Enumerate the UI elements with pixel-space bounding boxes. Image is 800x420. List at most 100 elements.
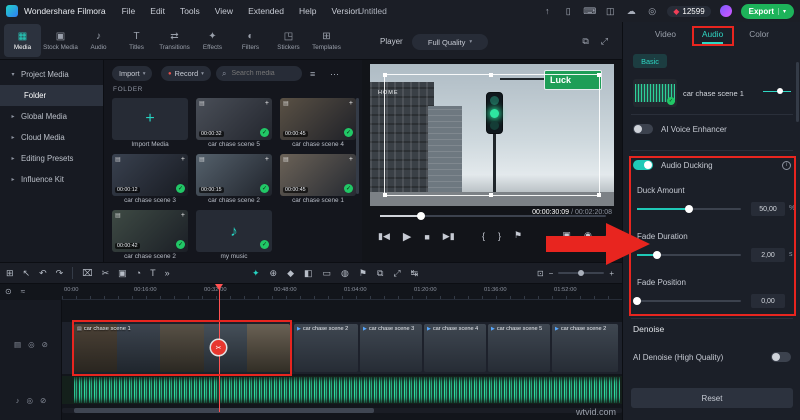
add-marker-button[interactable]: ⚑ [514, 230, 522, 241]
duck-amount-slider-handle[interactable] [685, 205, 693, 213]
keyboard-shortcuts-icon[interactable]: ⌨ [583, 6, 595, 17]
timeline-clip[interactable]: ▶car chase scene 3 [360, 324, 422, 372]
mobile-icon[interactable]: ▯ [562, 6, 574, 17]
search-input[interactable] [229, 69, 296, 78]
timeline-ruler[interactable]: 00:00 00:16:00 00:32:00 00:48:00 01:04:0… [62, 284, 622, 300]
crop-icon[interactable]: ▣ [118, 268, 127, 279]
timeline-clip[interactable]: ▶car chase scene 4 [424, 324, 486, 372]
fade-duration-slider-handle[interactable] [653, 251, 661, 259]
detach-player-icon[interactable]: ⤢ [601, 36, 608, 47]
menu-view[interactable]: View [215, 6, 233, 16]
timeline-scrollbar[interactable] [62, 408, 622, 413]
tab-stickers[interactable]: ◳Stickers [270, 24, 307, 57]
basic-subtab[interactable]: Basic [633, 54, 667, 68]
media-scrollbar[interactable] [356, 98, 359, 194]
sidebar-item-project-media[interactable]: ▾Project Media [0, 64, 103, 85]
mark-out-button[interactable]: } [498, 231, 501, 241]
fade-duration-value[interactable]: 2,00 [751, 248, 785, 262]
media-item-video[interactable]: ▤ + 00:00:15 ✓ [196, 154, 272, 196]
tab-templates[interactable]: ⊞Templates [308, 24, 345, 57]
media-item-video[interactable]: ▤ + 00:00:45 ✓ [280, 154, 356, 196]
fit-timeline-icon[interactable]: ⊡ [537, 269, 544, 278]
cloud-icon[interactable]: ☁ [625, 6, 637, 17]
delete-icon[interactable]: ⌧ [82, 268, 92, 279]
add-to-timeline-icon[interactable]: + [349, 100, 353, 107]
tab-stock-media[interactable]: ▣Stock Media [42, 24, 79, 57]
filter-icon[interactable]: ≡ [310, 69, 315, 79]
user-avatar[interactable] [720, 5, 732, 17]
menu-extended[interactable]: Extended [248, 6, 284, 16]
fade-position-value[interactable]: 0,00 [751, 294, 785, 308]
more-tools-icon[interactable]: » [165, 268, 170, 278]
upgrade-icon[interactable]: ↑ [541, 6, 553, 16]
layout-icon[interactable]: ⊞ [6, 268, 14, 279]
tab-video[interactable]: Video [655, 29, 676, 39]
selected-audio-clip-row[interactable]: ✓ car chase scene 1 [633, 78, 791, 108]
timeline-scroll-thumb[interactable] [74, 408, 374, 413]
duck-amount-value[interactable]: 50,00 [751, 202, 785, 216]
pan-zoom-icon[interactable]: ⤢ [393, 268, 400, 279]
progress-handle[interactable] [417, 212, 425, 220]
reset-button[interactable]: Reset [631, 388, 793, 408]
cut-playhead-handle[interactable]: ✂ [211, 340, 226, 355]
tab-media[interactable]: ▦Media [4, 24, 41, 57]
crop-handle[interactable] [383, 73, 387, 77]
crop-preview-button[interactable]: ▣ [562, 230, 571, 241]
menu-edit[interactable]: Edit [150, 6, 165, 16]
zoom-slider[interactable] [558, 272, 604, 274]
media-item-video[interactable]: ▤ + 00:00:32 ✓ [196, 98, 272, 140]
add-to-timeline-icon[interactable]: + [181, 212, 185, 219]
sidebar-item-influence-kit[interactable]: ▸Influence Kit [0, 169, 103, 190]
play-button[interactable]: ▶ [403, 230, 411, 243]
media-item-video[interactable]: ▤ + 00:00:45 ✓ [280, 98, 356, 140]
add-to-timeline-icon[interactable]: + [181, 156, 185, 163]
notifications-icon[interactable]: ◎ [646, 6, 658, 17]
menu-help[interactable]: Help [299, 6, 316, 16]
tab-effects[interactable]: ✦Effects [194, 24, 231, 57]
keyframe-icon[interactable]: ◆ [287, 268, 294, 279]
record-button[interactable]: ● Record ▾ [161, 66, 211, 81]
timeline-clip[interactable]: ▶car chase scene 5 [488, 324, 550, 372]
crop-handle[interactable] [489, 73, 493, 77]
screen-record-icon[interactable]: ◫ [604, 6, 616, 17]
motion-tracking-icon[interactable]: ⊕ [270, 268, 278, 279]
mark-in-button[interactable]: { [482, 231, 485, 241]
add-to-timeline-icon[interactable]: + [265, 156, 269, 163]
crop-handle[interactable] [597, 193, 601, 197]
media-item-video[interactable]: ▤ + 00:00:12 ✓ [112, 154, 188, 196]
crop-handle[interactable] [597, 73, 601, 77]
sidebar-item-folder[interactable]: Folder [0, 85, 103, 106]
step-forward-button[interactable]: ▶▮ [443, 231, 455, 242]
select-icon[interactable]: ↖ [23, 268, 31, 279]
add-to-timeline-icon[interactable]: + [265, 100, 269, 107]
split-icon[interactable]: ✂ [102, 268, 110, 279]
split-view-icon[interactable]: ⧉ [582, 36, 588, 47]
eye-icon[interactable]: ◎ [28, 340, 35, 349]
zoom-in-icon[interactable]: + [609, 269, 614, 278]
text-icon[interactable]: T [150, 268, 156, 278]
undo-icon[interactable]: ↶ [39, 268, 47, 279]
tab-filters[interactable]: ◐Filters [232, 24, 269, 57]
tab-titles[interactable]: TTitles [118, 24, 155, 57]
tab-transitions[interactable]: ⇄Transitions [156, 24, 193, 57]
quality-dropdown[interactable]: Full Quality ▾ [412, 34, 488, 50]
volume-envelope-handle[interactable] [777, 88, 783, 94]
snapshot-button[interactable]: ◉ [584, 230, 592, 241]
ai-denoise-toggle[interactable] [771, 352, 791, 362]
auto-ripple-icon[interactable]: ↹ [411, 268, 419, 279]
marker-icon[interactable]: ⚑ [359, 268, 367, 279]
more-options-icon[interactable]: ⋯ [330, 69, 339, 80]
voiceover-icon[interactable]: ◍ [341, 268, 349, 279]
sidebar-item-cloud-media[interactable]: ▸Cloud Media [0, 127, 103, 148]
redo-icon[interactable]: ↷ [56, 268, 64, 279]
zoom-out-icon[interactable]: − [549, 269, 554, 278]
audio-ducking-toggle[interactable] [633, 160, 653, 170]
split-screen-icon[interactable]: ⧉ [377, 268, 383, 279]
fullscreen-button[interactable]: ⤢ [605, 230, 612, 241]
stop-button[interactable]: ■ [424, 232, 429, 242]
audio-waveform[interactable] [74, 377, 620, 403]
media-item-audio[interactable]: ♪ ✓ [196, 210, 272, 252]
smart-tools-icon[interactable]: ✦ [252, 268, 260, 279]
render-preview-icon[interactable]: ⊙ [5, 287, 12, 296]
captions-icon[interactable]: ▭ [323, 268, 332, 279]
